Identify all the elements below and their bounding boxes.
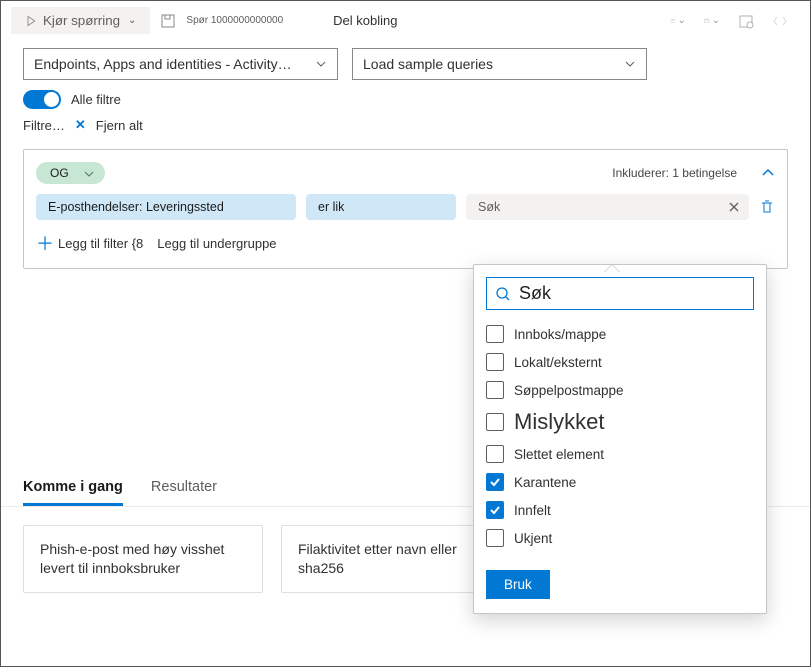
search-icon	[495, 286, 511, 302]
popover-option[interactable]: Ukjent	[486, 524, 754, 552]
checkbox[interactable]	[486, 325, 504, 343]
popover-search-input[interactable]: Søk	[486, 277, 754, 310]
list-view-icon[interactable]: ⌄	[670, 13, 686, 29]
checkbox[interactable]	[486, 353, 504, 371]
popover-option-label: Lokalt/eksternt	[514, 355, 602, 370]
chevron-down-icon	[83, 168, 95, 180]
query-filter-panel: OG Inkluderer: 1 betingelse E-posthendel…	[23, 149, 788, 269]
run-query-button[interactable]: Kjør spørring ⌄	[11, 7, 150, 34]
sample-card-phish[interactable]: Phish-e-post med høy visshet levert til …	[23, 525, 263, 593]
popover-option-label: Innfelt	[514, 503, 551, 518]
checkbox[interactable]	[486, 381, 504, 399]
value-select-popover: Søk Innboks/mappe Lokalt/eksternt Søppelpo…	[473, 264, 767, 614]
add-subgroup-button[interactable]: Legg til undergruppe	[157, 236, 276, 251]
logic-operator-label: OG	[50, 166, 69, 180]
popover-option[interactable]: Karantene	[486, 468, 754, 496]
popover-option[interactable]: Søppelpostmappe	[486, 376, 754, 404]
condition-value-input[interactable]: Søk	[466, 194, 749, 220]
scope-selector[interactable]: Endpoints, Apps and identities - Activit…	[23, 48, 338, 80]
popover-option-label: Slettet element	[514, 447, 604, 462]
chevron-up-icon[interactable]	[761, 166, 775, 180]
checkbox[interactable]	[486, 445, 504, 463]
run-query-label: Kjør spørring	[43, 13, 120, 28]
chevron-down-icon	[315, 58, 327, 70]
save-icon[interactable]	[160, 13, 176, 29]
all-filters-label: Alle filtre	[71, 92, 121, 107]
calendar-icon[interactable]: ⌄	[704, 13, 720, 29]
condition-value-placeholder: Søk	[478, 200, 500, 214]
sample-queries-text: Load sample queries	[363, 56, 493, 72]
plus-icon: ＋	[36, 230, 54, 256]
tab-results[interactable]: Resultater	[151, 469, 217, 506]
popover-search-text: Søk	[519, 283, 551, 304]
popover-option-label: Innboks/mappe	[514, 327, 606, 342]
apply-button[interactable]: Bruk	[486, 570, 550, 599]
logic-operator-pill[interactable]: OG	[36, 162, 105, 184]
chevron-down-icon	[624, 58, 636, 70]
play-icon	[25, 15, 37, 27]
popover-option-label: Ukjent	[514, 531, 552, 546]
checkbox[interactable]	[486, 529, 504, 547]
popover-option[interactable]: Innboks/mappe	[486, 320, 754, 348]
all-filters-toggle[interactable]	[23, 90, 61, 109]
chevron-down-icon: ⌄	[128, 15, 136, 26]
condition-field-pill[interactable]: E-posthendelser: Leveringssted	[36, 194, 296, 220]
popover-option-label: Søppelpostmappe	[514, 383, 624, 398]
sample-queries-selector[interactable]: Load sample queries	[352, 48, 647, 80]
tab-getting-started[interactable]: Komme i gang	[23, 469, 123, 506]
popover-option-label: Karantene	[514, 475, 576, 490]
checkbox[interactable]	[486, 413, 504, 431]
checkbox[interactable]	[486, 473, 504, 491]
filters-text[interactable]: Filtre…	[23, 118, 65, 133]
popover-option[interactable]: Mislykket	[486, 404, 754, 440]
delete-icon[interactable]	[759, 199, 775, 215]
popover-option[interactable]: Innfelt	[486, 496, 754, 524]
code-icon[interactable]	[772, 13, 788, 29]
clear-all-button[interactable]: Fjern alt	[96, 118, 143, 133]
popover-option-label: Mislykket	[514, 409, 604, 435]
settings-icon[interactable]	[738, 13, 754, 29]
add-filter-button[interactable]: Legg til filter {8	[58, 236, 143, 251]
popover-option[interactable]: Slettet element	[486, 440, 754, 468]
scope-selector-text: Endpoints, Apps and identities - Activit…	[34, 56, 292, 72]
clear-icon[interactable]	[727, 200, 741, 214]
clear-x-icon[interactable]: ✕	[75, 117, 86, 133]
condition-operator-pill[interactable]: er lik	[306, 194, 456, 220]
share-link-button[interactable]: Del kobling	[333, 13, 397, 28]
checkbox[interactable]	[486, 501, 504, 519]
includes-count-label: Inkluderer: 1 betingelse	[612, 166, 737, 180]
last-query-label: Spør 1000000000000	[186, 15, 283, 26]
popover-option[interactable]: Lokalt/eksternt	[486, 348, 754, 376]
